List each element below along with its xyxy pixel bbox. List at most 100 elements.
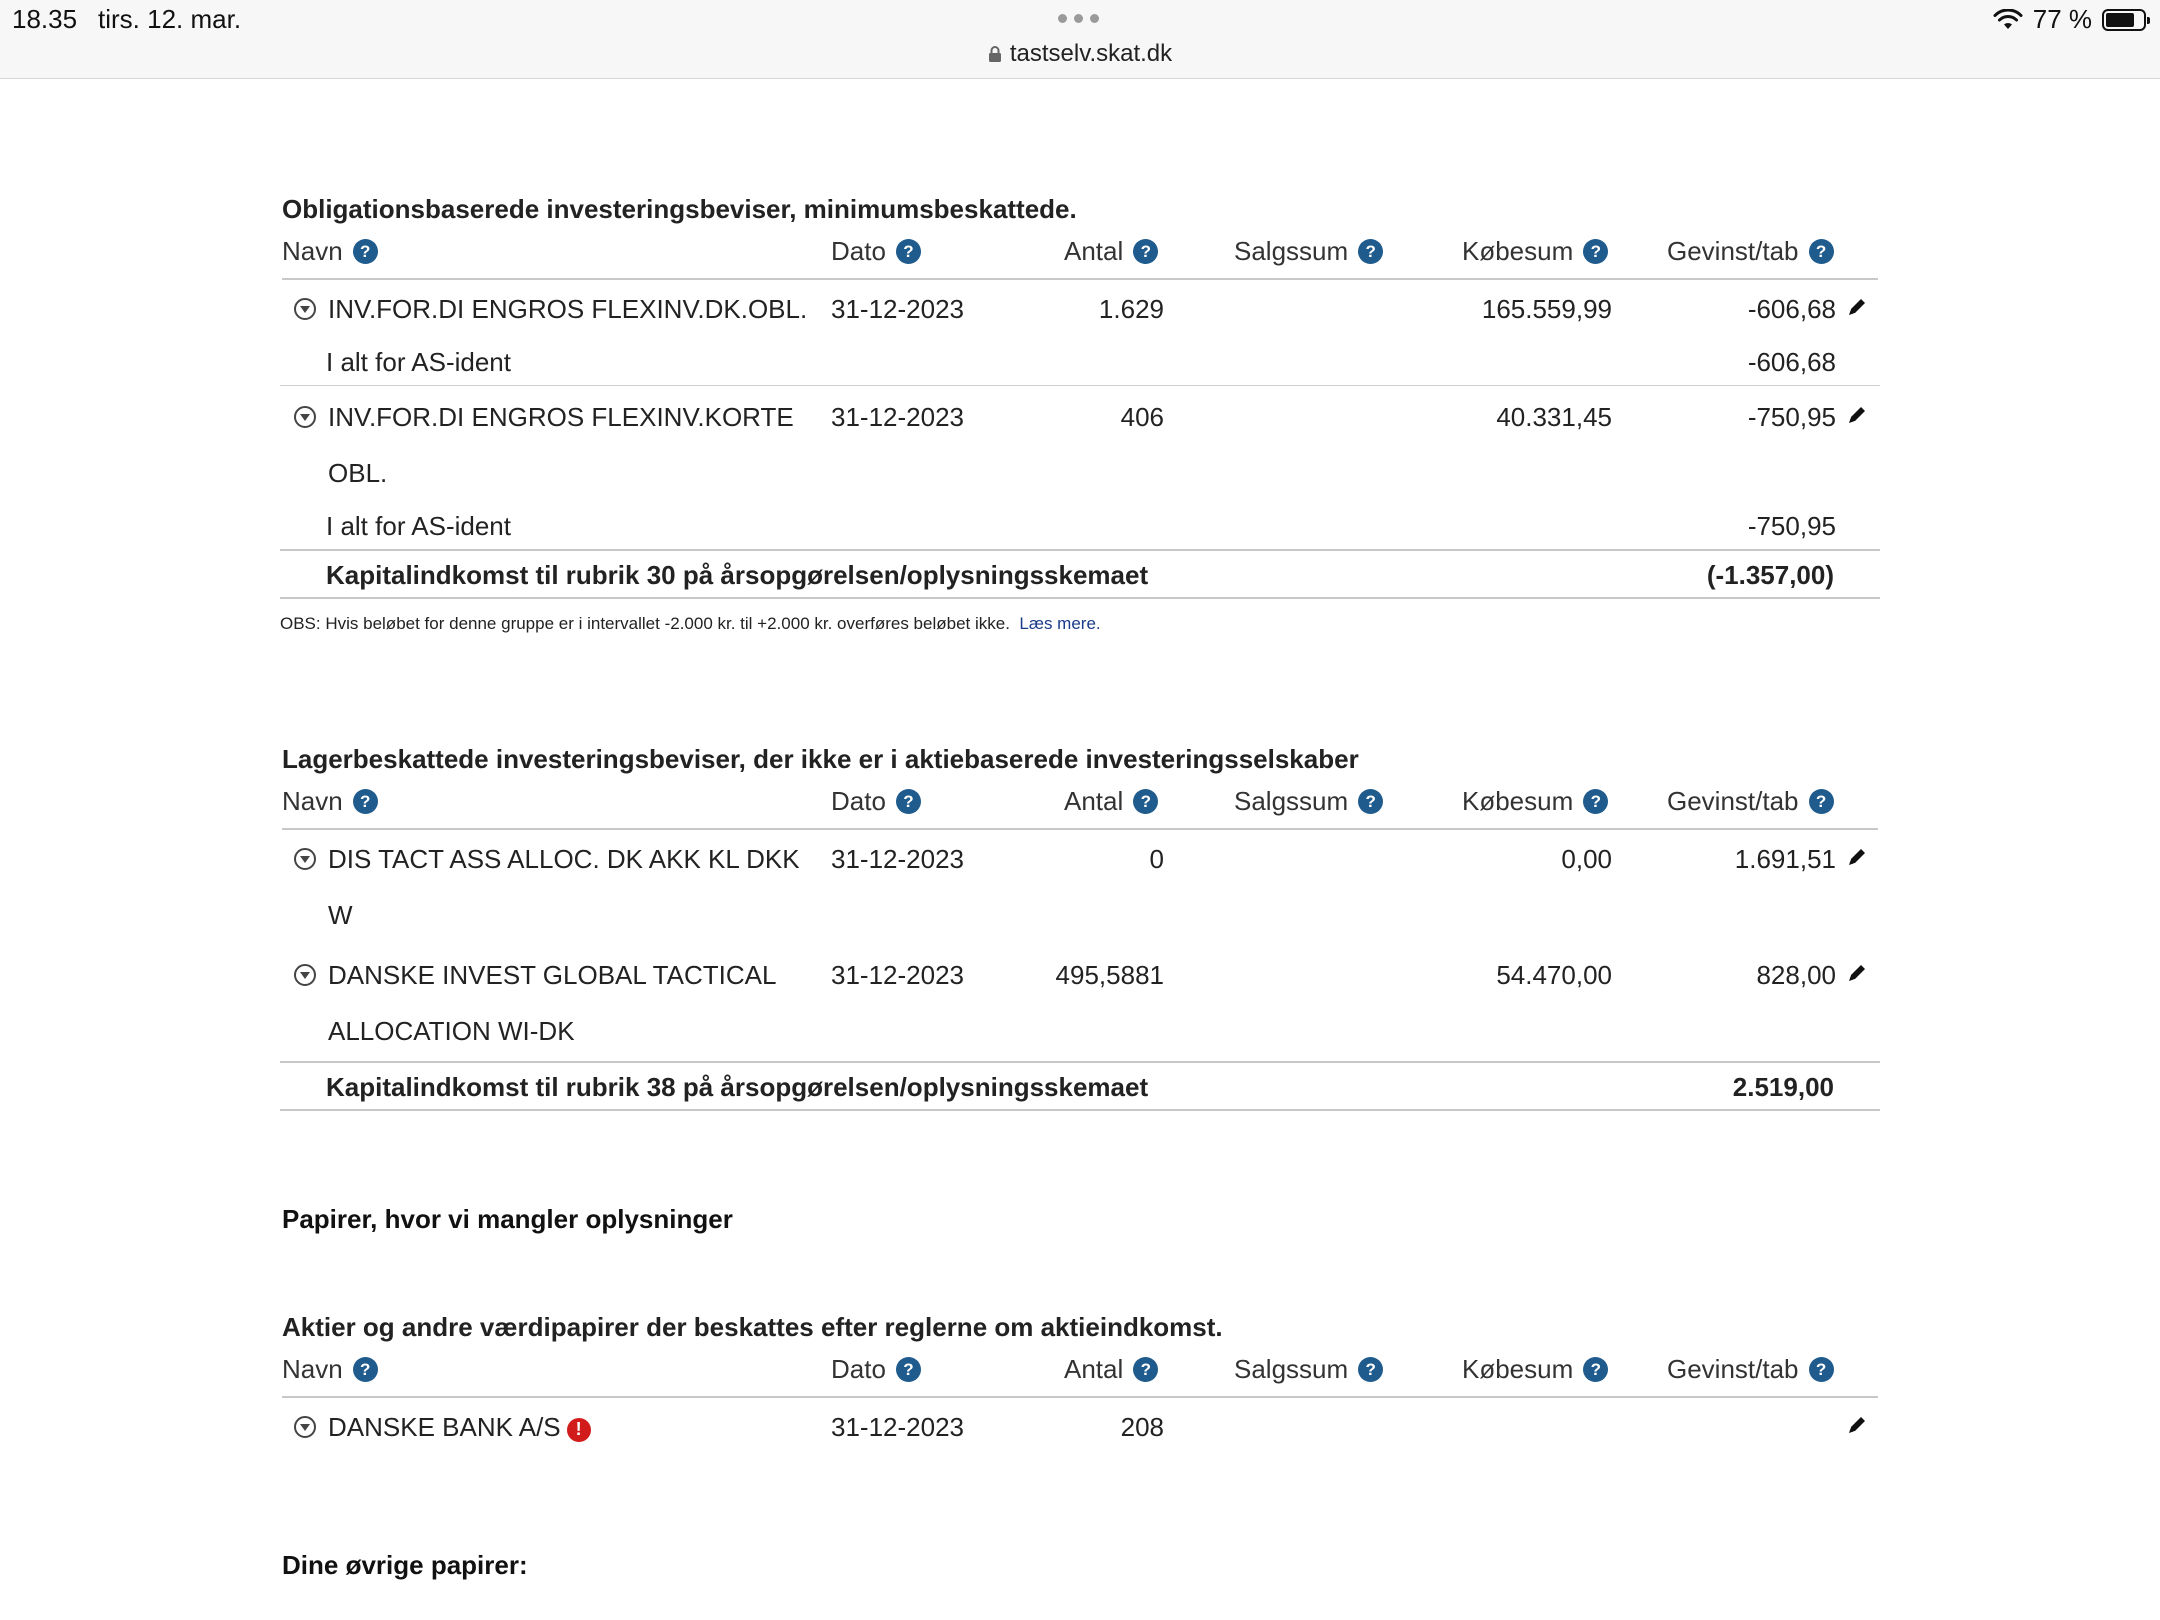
battery-percent: 77 % [2032,4,2092,34]
help-icon[interactable]: ? [895,789,921,814]
subtotal-value: -750,95 [1747,511,1836,541]
help-icon[interactable]: ? [895,239,921,264]
subtotal-value: -606,68 [1747,347,1836,377]
col-antal: Antal? [1064,786,1159,817]
col-kobesum: Købesum? [1462,236,1609,267]
row-gevinst: 828,00 [1756,960,1836,990]
table-header: Navn? Dato? Antal? Salgssum? Købesum? Ge… [282,786,1878,830]
help-icon[interactable]: ? [895,1357,921,1382]
lock-icon [988,46,1001,62]
col-gevinst: Gevinst/tab? [1667,1354,1834,1385]
help-icon[interactable]: ? [1133,1357,1159,1382]
help-icon[interactable]: ? [1583,789,1609,814]
edit-pencil-icon[interactable] [1846,962,1868,984]
battery-icon [2102,8,2150,31]
section-title-mangler: Papirer, hvor vi mangler oplysninger [282,1204,733,1234]
expand-row-icon[interactable] [294,298,316,320]
col-antal: Antal? [1064,236,1159,267]
row-date: 31-12-2023 [831,960,964,990]
expand-row-icon[interactable] [294,964,316,986]
col-dato: Dato? [831,786,921,817]
col-dato: Dato? [831,236,921,267]
row-name-continued: ALLOCATION WI-DK [328,1016,575,1046]
help-icon[interactable]: ? [1808,789,1834,814]
obs-note: OBS: Hvis beløbet for denne gruppe er i … [280,614,1101,633]
row-kobesum: 0,00 [1561,844,1612,874]
total-value: (-1.357,00) [1706,560,1834,590]
edit-pencil-icon[interactable] [1846,404,1868,426]
section-title-lagerbeskattede: Lagerbeskattede investeringsbeviser, der… [282,744,1359,774]
row-date: 31-12-2023 [831,1412,964,1442]
total-label: Kapitalindkomst til rubrik 38 på årsopgø… [326,1072,1149,1102]
read-more-link[interactable]: Læs mere. [1019,614,1100,633]
edit-pencil-icon[interactable] [1846,296,1868,318]
help-icon[interactable]: ? [1358,239,1384,264]
row-antal: 0 [1149,844,1164,874]
col-salgssum: Salgssum? [1234,236,1384,267]
row-kobesum: 165.559,99 [1481,294,1612,324]
help-icon[interactable]: ? [1133,789,1159,814]
total-divider [280,1061,1880,1063]
row-name: DIS TACT ASS ALLOC. DK AKK KL DKK [328,844,800,874]
col-salgssum: Salgssum? [1234,786,1384,817]
help-icon[interactable]: ? [352,789,378,814]
expand-row-icon[interactable] [294,848,316,870]
row-divider [280,385,1880,386]
total-divider [280,549,1880,551]
row-antal: 495,5881 [1055,960,1164,990]
battery-level [2106,12,2134,27]
row-gevinst: -750,95 [1747,402,1836,432]
row-date: 31-12-2023 [831,402,964,432]
status-time: 18.35 [12,4,78,34]
help-icon[interactable]: ? [352,239,378,264]
url-text: tastselv.skat.dk [1009,40,1173,67]
col-navn: Navn? [282,236,378,267]
url-bar[interactable]: tastselv.skat.dk [0,40,2160,68]
row-kobesum: 40.331,45 [1496,402,1612,432]
col-antal: Antal? [1064,1354,1159,1385]
help-icon[interactable]: ? [1583,239,1609,264]
total-value: 2.519,00 [1732,1072,1834,1102]
col-kobesum: Købesum? [1462,786,1609,817]
status-right: 77 % [1993,4,2150,35]
row-name: INV.FOR.DI ENGROS FLEXINV.DK.OBL. [328,294,808,324]
help-icon[interactable]: ? [352,1357,378,1382]
col-gevinst: Gevinst/tab? [1667,236,1834,267]
expand-row-icon[interactable] [294,406,316,428]
row-name: DANSKE INVEST GLOBAL TACTICAL [328,960,777,990]
col-navn: Navn? [282,1354,378,1385]
row-name: INV.FOR.DI ENGROS FLEXINV.KORTE [328,402,794,432]
help-icon[interactable]: ? [1583,1357,1609,1382]
edit-pencil-icon[interactable] [1846,846,1868,868]
help-icon[interactable]: ? [1133,239,1159,264]
help-icon[interactable]: ? [1808,239,1834,264]
more-options-icon[interactable] [1058,14,1099,23]
subtotal-label: I alt for AS-ident [326,511,511,541]
warning-icon[interactable]: ! [566,1417,591,1442]
table-header: Navn? Dato? Antal? Salgssum? Købesum? Ge… [282,1354,1878,1398]
row-date: 31-12-2023 [831,844,964,874]
help-icon[interactable]: ? [1358,789,1384,814]
row-date: 31-12-2023 [831,294,964,324]
expand-row-icon[interactable] [294,1416,316,1438]
help-icon[interactable]: ? [1808,1357,1834,1382]
help-icon[interactable]: ? [1358,1357,1384,1382]
total-label: Kapitalindkomst til rubrik 30 på årsopgø… [326,560,1149,590]
total-divider [280,597,1880,599]
browser-top-bar: 18.35 tirs. 12. mar. 77 % tastselv.skat.… [0,0,2160,79]
table-header: Navn? Dato? Antal? Salgssum? Købesum? Ge… [282,236,1878,280]
row-antal: 406 [1120,402,1164,432]
row-kobesum: 54.470,00 [1496,960,1612,990]
wifi-icon [1993,8,2023,29]
col-kobesum: Købesum? [1462,1354,1609,1385]
col-dato: Dato? [831,1354,921,1385]
col-salgssum: Salgssum? [1234,1354,1384,1385]
row-antal: 1.629 [1098,294,1164,324]
row-name: DANSKE BANK A/S! [328,1412,591,1443]
section-title-ovrige: Dine øvrige papirer: [282,1550,528,1580]
edit-pencil-icon[interactable] [1846,1414,1868,1436]
section-title-aktier: Aktier og andre værdipapirer der beskatt… [282,1312,1223,1342]
section-title-obligationer: Obligationsbaserede investeringsbeviser,… [282,194,1077,224]
row-antal: 208 [1120,1412,1164,1442]
col-gevinst: Gevinst/tab? [1667,786,1834,817]
